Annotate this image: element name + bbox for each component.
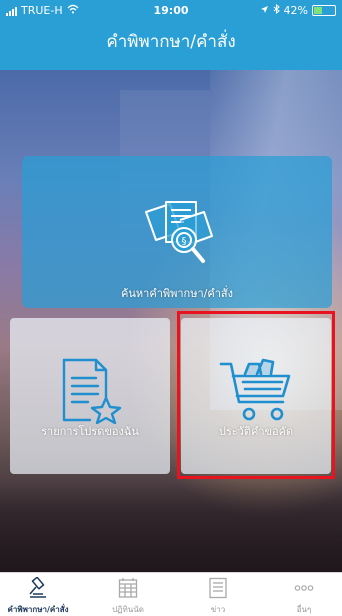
news-icon (209, 577, 227, 599)
favorites-tile-label: รายการโปรดของฉัน (41, 425, 139, 438)
bluetooth-icon (273, 3, 280, 17)
tab-judgments[interactable]: คำพิพากษา/คำสั่ง (4, 573, 72, 615)
tab-more-label: อื่นๆ (296, 605, 312, 614)
tab-news[interactable]: ข่าว (184, 573, 252, 615)
calendar-icon (118, 578, 138, 598)
document-search-icon: § (140, 198, 216, 274)
tab-judgments-label: คำพิพากษา/คำสั่ง (7, 605, 69, 614)
favorites-tile[interactable]: รายการโปรดของฉัน (10, 318, 170, 474)
tab-news-label: ข่าว (210, 605, 226, 614)
tab-more[interactable]: อื่นๆ (270, 573, 338, 615)
tab-calendar[interactable]: ปฏิทินนัด (94, 573, 162, 615)
more-icon (294, 585, 314, 591)
highlight-box (177, 311, 335, 479)
status-right: 42% (260, 3, 336, 17)
status-bar: TRUE-H 19:00 42% (0, 0, 342, 22)
gavel-icon (29, 577, 46, 598)
search-tile-label: ค้นหาคำพิพากษา/คำสั่ง (121, 287, 233, 300)
battery-percent: 42% (283, 4, 308, 17)
location-icon (260, 4, 269, 17)
page-title: คำพิพากษา/คำสั่ง (106, 32, 236, 52)
tab-calendar-label: ปฏิทินนัด (112, 605, 144, 614)
svg-text:§: § (182, 236, 187, 247)
tab-bar: คำพิพากษา/คำสั่ง ปฏิทินนัด ข่าว อื่นๆ (0, 572, 342, 615)
search-judgment-tile[interactable]: § ค้นหาคำพิพากษา/คำสั่ง (22, 156, 332, 308)
battery-icon (312, 5, 336, 16)
document-star-icon (60, 358, 124, 428)
